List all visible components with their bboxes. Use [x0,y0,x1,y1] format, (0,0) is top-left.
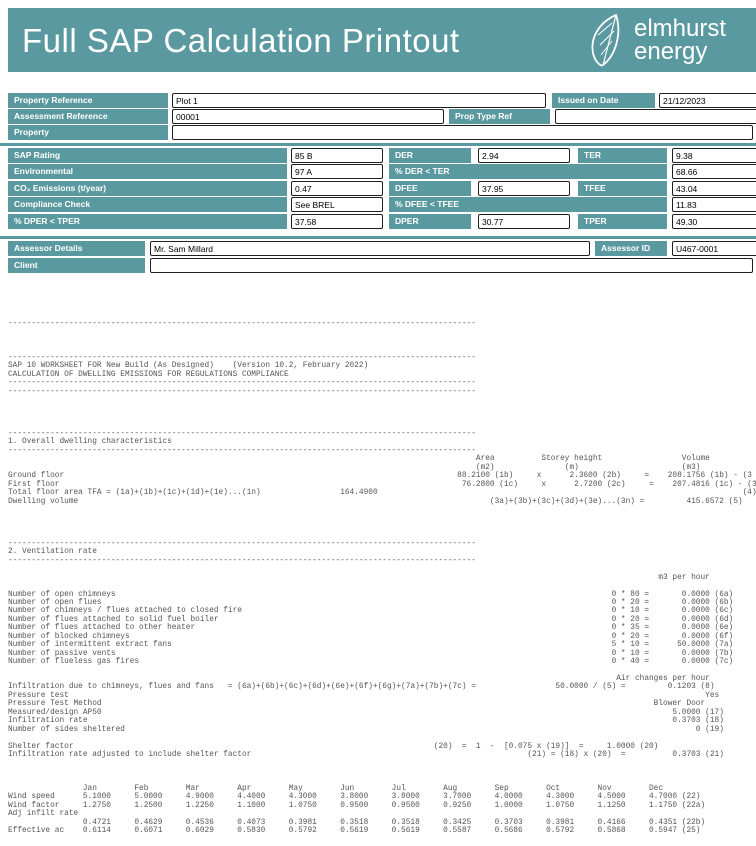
environmental-label: Environmental [8,164,287,179]
der-label: DER [389,148,471,163]
tper-label: TPER [578,214,667,229]
prop-type-ref-label: Prop Type Ref [449,109,550,124]
issued-on-date-label: Issued on Date [552,93,655,108]
pct-dfee-tfee-label: % DFEE < TFEE [389,197,667,212]
section-divider [0,236,756,239]
pct-dfee-tfee-input[interactable] [672,197,756,212]
assessor-id-label: Assessor ID [595,241,667,256]
sap-printout-page: Full SAP Calculation Printout elmhurst e… [0,0,756,846]
environmental-input[interactable] [291,164,383,179]
dfee-label: DFEE [389,181,471,196]
co2-emissions-input[interactable] [291,181,383,196]
prop-type-ref-input[interactable] [555,109,756,124]
assessor-details-label: Assessor Details [8,241,145,256]
co2-emissions-label: CO₂ Emissions (t/year) [8,181,287,196]
assessment-reference-input[interactable] [172,109,444,124]
dper-input[interactable] [478,214,570,229]
property-reference-input[interactable] [172,93,546,108]
page-title: Full SAP Calculation Printout [22,22,460,60]
issued-on-date-input[interactable] [659,93,756,108]
assessor-details-input[interactable] [150,241,590,256]
sap-rating-label: SAP Rating [8,148,287,163]
pct-dper-tper-label: % DPER < TPER [8,214,287,229]
compliance-check-label: Compliance Check [8,197,287,212]
compliance-check-input[interactable] [291,197,383,212]
assessment-reference-label: Assessment Reference [8,109,168,124]
dfee-input[interactable] [478,181,570,196]
brand-name: elmhurst energy [634,17,726,63]
brand-line-1: elmhurst [634,17,726,40]
tper-input[interactable] [672,214,756,229]
client-label: Client [8,258,145,273]
tfee-input[interactable] [672,181,756,196]
header-banner: Full SAP Calculation Printout elmhurst e… [8,8,756,72]
property-reference-label: Property Reference [8,93,168,108]
brand-line-2: energy [634,40,726,63]
property-label: Property [8,125,168,140]
sap-rating-input[interactable] [291,148,383,163]
elmhurst-logo: elmhurst energy [588,13,726,67]
property-input[interactable] [172,125,753,140]
dper-label: DPER [389,214,471,229]
sap-worksheet-text: ----------------------------------------… [8,320,756,836]
ter-label: TER [578,148,667,163]
assessor-id-input[interactable] [672,241,756,256]
pct-der-ter-input[interactable] [672,164,756,179]
ter-input[interactable] [672,148,756,163]
client-input[interactable] [150,258,753,273]
leaf-icon [588,13,626,67]
pct-dper-tper-input[interactable] [291,214,383,229]
pct-der-ter-label: % DER < TER [389,164,667,179]
section-divider [0,143,756,146]
der-input[interactable] [478,148,570,163]
tfee-label: TFEE [578,181,667,196]
